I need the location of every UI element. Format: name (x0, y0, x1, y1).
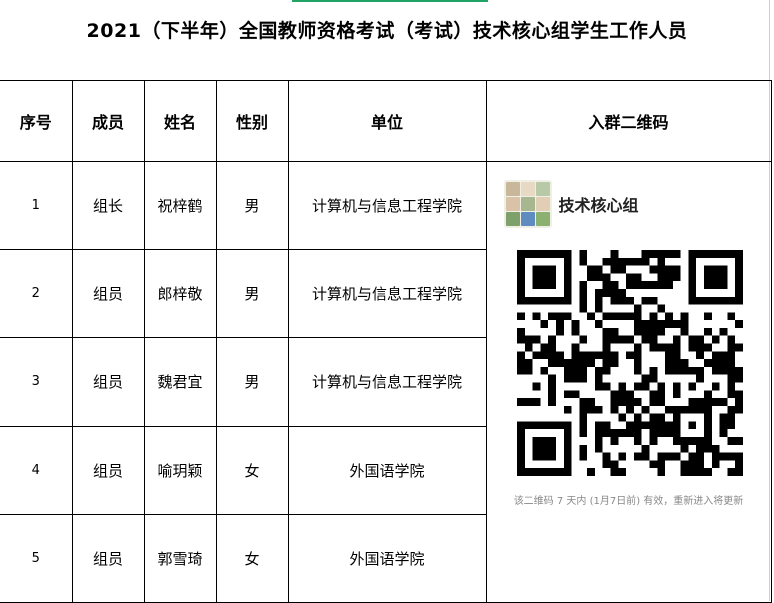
cell-no[interactable]: 3 (0, 337, 73, 427)
qr-cell[interactable]: 技术核心组 该二维码 7 天内 (1月7日前) 有效，重新进入将更新 (485, 161, 772, 603)
cell-gender[interactable]: 女 (215, 425, 289, 515)
qr-code-icon[interactable] (516, 250, 743, 476)
cell-role[interactable]: 组长 (71, 160, 145, 251)
cell-name[interactable]: 魏君宜 (143, 337, 217, 427)
qr-card: 技术核心组 该二维码 7 天内 (1月7日前) 有效，重新进入将更新 (487, 162, 771, 602)
table-header-row: 序号 成员 姓名 性别 单位 入群二维码 (0, 80, 772, 162)
cell-unit[interactable]: 外国语学院 (287, 425, 487, 515)
active-cell-indicator (292, 0, 488, 2)
header-cell-unit[interactable]: 单位 (287, 80, 487, 162)
page-title: 2021（下半年）全国教师资格考试（考试）技术核心组学生工作人员 (86, 20, 688, 42)
cell-name[interactable]: 郭雪琦 (143, 513, 217, 603)
header-cell-no[interactable]: 序号 (0, 80, 73, 162)
cell-role[interactable]: 组员 (71, 337, 145, 427)
qr-validity-note: 该二维码 7 天内 (1月7日前) 有效，重新进入将更新 (513, 496, 744, 507)
cell-unit[interactable]: 计算机与信息工程学院 (287, 337, 487, 427)
cell-name[interactable]: 郎梓敬 (143, 249, 217, 339)
group-name: 技术核心组 (558, 196, 639, 215)
cell-no[interactable]: 5 (0, 513, 73, 603)
cell-no[interactable]: 4 (0, 425, 73, 515)
window-top-bar (0, 0, 774, 2)
staff-table: 序号 成员 姓名 性别 单位 入群二维码 1 组长 祝梓鹤 男 计算机与信息工程… (0, 80, 772, 603)
cell-unit[interactable]: 外国语学院 (287, 513, 487, 603)
header-cell-qr[interactable]: 入群二维码 (485, 80, 772, 162)
cell-gender[interactable]: 男 (215, 249, 289, 339)
header-cell-role[interactable]: 成员 (71, 80, 145, 162)
cell-role[interactable]: 组员 (71, 513, 145, 603)
cell-no[interactable]: 1 (0, 160, 73, 251)
table-row: 1 组长 祝梓鹤 男 计算机与信息工程学院 技术核心组 该二维码 7 天内 (1… (0, 160, 772, 603)
cell-gender[interactable]: 女 (215, 513, 289, 603)
cell-gender[interactable]: 男 (215, 160, 289, 251)
cell-name[interactable]: 祝梓鹤 (143, 160, 217, 251)
group-avatar-icon (503, 180, 552, 228)
cell-role[interactable]: 组员 (71, 249, 145, 339)
cell-unit[interactable]: 计算机与信息工程学院 (287, 160, 487, 251)
cell-unit[interactable]: 计算机与信息工程学院 (287, 249, 487, 339)
cell-no[interactable]: 2 (0, 249, 73, 339)
cell-name[interactable]: 喻玥颖 (143, 425, 217, 515)
cell-role[interactable]: 组员 (71, 425, 145, 515)
header-cell-gender[interactable]: 性别 (215, 80, 289, 162)
header-cell-name[interactable]: 姓名 (143, 80, 217, 162)
cell-gender[interactable]: 男 (215, 337, 289, 427)
